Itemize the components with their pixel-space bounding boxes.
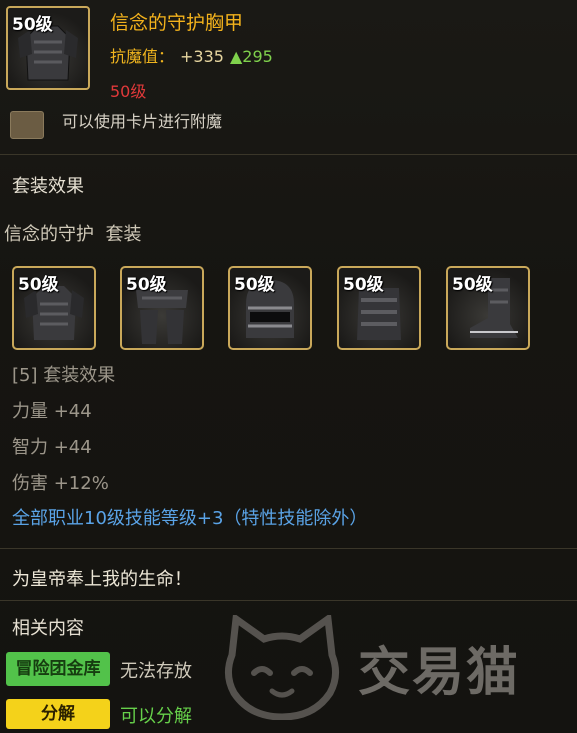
piece-level-badge: 50级 [452,275,493,295]
card-slot-icon [10,111,44,139]
set-piece-slot[interactable]: 50级 [446,266,530,350]
set-section-title: 套装效果 [12,176,84,197]
set-effect-header: [5] 套装效果 [12,365,116,386]
set-effect-skill-bonus: 全部职业10级技能等级+3（特性技能除外） [12,508,368,529]
stat-label: 抗魔值： [110,47,175,66]
magic-resist-stat: 抗魔值： +335 ▲295 [110,43,273,67]
piece-level-badge: 50级 [234,275,275,295]
set-effect-intelligence: 智力 +44 [12,437,92,458]
related-section-title: 相关内容 [12,618,84,639]
item-name: 信念的守护胸甲 [110,12,244,34]
cat-logo-icon [222,612,342,721]
set-piece-slot[interactable]: 50级 [228,266,312,350]
item-level-badge: 50级 [12,15,53,35]
set-effect-strength: 力量 +44 [12,401,92,422]
watermark-text: 交易猫 [358,643,521,703]
item-icon[interactable]: 50级 [6,6,90,90]
set-effect-damage: 伤害 +12% [12,473,109,494]
stat-increase: ▲295 [229,47,273,66]
stat-value: +335 [180,47,224,66]
flavor-text: 为皇帝奉上我的生命！ [12,569,192,590]
divider [0,548,577,549]
adventure-vault-button[interactable]: 冒险团金库 [6,652,110,686]
card-enchant-note: 可以使用卡片进行附魔 [62,112,223,131]
set-name: 信念的守护 [4,224,94,245]
divider [0,154,577,155]
piece-level-badge: 50级 [126,275,167,295]
piece-level-badge: 50级 [18,275,59,295]
set-piece-slot[interactable]: 50级 [337,266,421,350]
set-name-line: 信念的守护 套装 [4,220,141,246]
decompose-button[interactable]: 分解 [6,699,110,729]
set-piece-slot[interactable]: 50级 [120,266,204,350]
item-tooltip-panel: 50级 信念的守护胸甲 抗魔值： +335 ▲295 50级 可以使用卡片进行附魔 … [0,0,577,733]
decompose-status: 可以分解 [120,706,192,727]
storage-status: 无法存放 [120,661,192,682]
piece-level-badge: 50级 [343,275,384,295]
level-requirement: 50级 [110,82,147,101]
set-suffix: 套装 [105,224,142,245]
set-piece-slot[interactable]: 50级 [12,266,96,350]
divider [0,600,577,601]
